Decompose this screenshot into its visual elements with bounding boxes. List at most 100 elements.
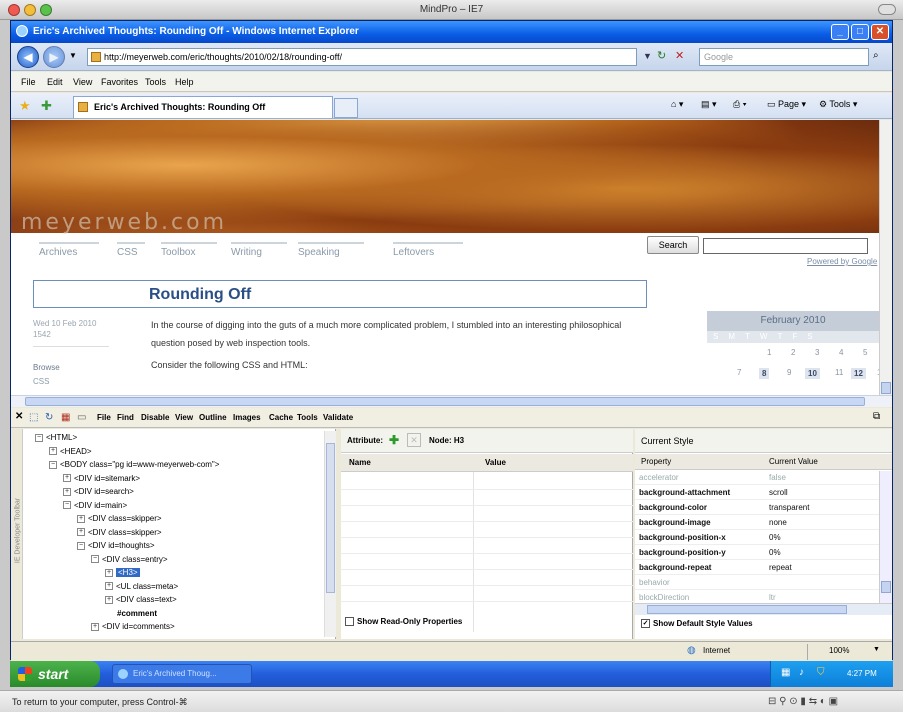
calendar-day[interactable]: 2 xyxy=(791,348,795,357)
dev-menu-file[interactable]: File xyxy=(95,408,113,428)
select-element-icon[interactable]: ⬚ xyxy=(29,412,38,423)
site-search-button[interactable]: Search xyxy=(647,236,699,254)
style-row[interactable]: background-repeat repeat xyxy=(635,561,880,575)
site-search-input[interactable] xyxy=(703,238,868,254)
history-dropdown-icon[interactable]: ▼ xyxy=(69,51,77,60)
refresh-icon[interactable]: ↻ xyxy=(657,49,666,62)
calendar-day[interactable]: 9 xyxy=(787,368,791,377)
site-nav-speaking[interactable]: Speaking xyxy=(298,242,364,258)
address-dropdown-icon[interactable]: ▼ xyxy=(643,51,652,61)
expand-icon[interactable]: + xyxy=(63,474,71,483)
current-value-header[interactable]: Current Value xyxy=(769,457,818,466)
dom-node[interactable]: + <H3> xyxy=(105,568,140,577)
collapse-icon[interactable]: − xyxy=(35,433,43,442)
collapse-icon[interactable]: − xyxy=(63,501,71,510)
expand-icon[interactable]: + xyxy=(49,447,57,456)
attribute-value-header[interactable]: Value xyxy=(485,458,506,467)
menu-tools[interactable]: Tools xyxy=(139,72,172,92)
style-row[interactable]: behavior xyxy=(635,576,880,590)
search-icon[interactable]: ⌕ xyxy=(873,50,879,61)
zoom-window-icon[interactable] xyxy=(40,4,52,16)
post-title[interactable]: Rounding Off xyxy=(149,286,251,304)
property-header[interactable]: Property xyxy=(641,457,671,466)
dom-node[interactable]: + <DIV class=text> xyxy=(105,595,177,604)
site-nav-leftovers[interactable]: Leftovers xyxy=(393,242,463,258)
volume-icon[interactable]: ♪ xyxy=(799,667,804,678)
page-menu-button[interactable]: ▭ Page ▾ xyxy=(767,99,806,110)
stop-icon[interactable]: ✕ xyxy=(675,49,684,62)
add-favorite-icon[interactable]: ✚ xyxy=(41,98,52,114)
dev-menu-outline[interactable]: Outline xyxy=(197,408,229,428)
scroll-down-arrow-icon[interactable] xyxy=(881,581,891,593)
tab-active[interactable]: Eric's Archived Thoughts: Rounding Off xyxy=(73,96,333,118)
dev-menu-view[interactable]: View xyxy=(173,408,195,428)
dom-node[interactable]: + <UL class=meta> xyxy=(105,582,178,591)
zoom-level[interactable]: 100% xyxy=(829,646,849,655)
expand-icon[interactable]: + xyxy=(105,582,113,591)
dev-menu-disable[interactable]: Disable xyxy=(139,408,171,428)
powered-by-link[interactable]: Powered by Google xyxy=(807,257,877,266)
dom-tree-scrollbar[interactable] xyxy=(324,431,336,637)
clear-cache-icon[interactable]: ▦ xyxy=(61,412,70,423)
calendar-day[interactable]: 5 xyxy=(863,348,867,357)
expand-icon[interactable]: + xyxy=(105,568,113,577)
scrollbar-thumb[interactable] xyxy=(326,443,335,593)
style-row[interactable]: accelerator false xyxy=(635,471,880,485)
dom-node[interactable]: − <DIV class=entry> xyxy=(91,555,168,564)
style-row[interactable]: background-position-y 0% xyxy=(635,546,880,560)
expand-icon[interactable]: + xyxy=(63,487,71,496)
dom-node[interactable]: + <DIV id=comments> xyxy=(91,622,175,631)
close-button[interactable]: ✕ xyxy=(871,24,889,40)
attribute-name-header[interactable]: Name xyxy=(349,458,371,467)
dev-menu-find[interactable]: Find xyxy=(115,408,136,428)
host-status-icons[interactable]: ⊟ ⚲ ⊙ ▮ ⇆ ◐ ▣ xyxy=(768,691,838,712)
search-input[interactable]: Google xyxy=(699,48,869,66)
expand-icon[interactable]: + xyxy=(91,622,99,631)
site-nav-writing[interactable]: Writing xyxy=(231,242,287,258)
collapse-icon[interactable]: − xyxy=(91,555,99,564)
favorites-star-icon[interactable]: ★ xyxy=(19,98,31,114)
dom-node[interactable]: + <HEAD> xyxy=(49,447,92,456)
scrollbar-thumb[interactable] xyxy=(25,397,865,406)
back-button[interactable]: ◀ xyxy=(17,46,39,68)
dom-node[interactable]: − <DIV id=thoughts> xyxy=(77,541,155,550)
dev-menu-validate[interactable]: Validate xyxy=(321,408,355,428)
page-vertical-scrollbar[interactable] xyxy=(879,120,892,395)
browse-category-link[interactable]: CSS xyxy=(33,377,49,386)
collapse-icon[interactable]: − xyxy=(49,460,57,469)
toolbar-toggle-icon[interactable] xyxy=(878,4,896,15)
expand-icon[interactable]: + xyxy=(77,528,85,537)
expand-icon[interactable]: + xyxy=(77,514,85,523)
refresh-dom-icon[interactable]: ↻ xyxy=(45,412,53,423)
minimize-window-icon[interactable] xyxy=(24,4,36,16)
style-row[interactable]: background-attachment scroll xyxy=(635,486,880,500)
remove-attribute-icon[interactable]: ✕ xyxy=(407,433,421,447)
new-tab-button[interactable] xyxy=(334,98,358,118)
close-window-icon[interactable] xyxy=(8,4,20,16)
dev-menu-cache[interactable]: Cache xyxy=(267,408,295,428)
network-icon[interactable]: ▦ xyxy=(781,667,790,678)
expand-icon[interactable]: + xyxy=(105,595,113,604)
style-row[interactable]: background-color transparent xyxy=(635,501,880,515)
calendar-day[interactable]: 1 xyxy=(767,348,771,357)
calendar-day[interactable]: 7 xyxy=(737,368,741,377)
dom-node[interactable]: #comment xyxy=(117,609,157,618)
site-nav-toolbox[interactable]: Toolbox xyxy=(161,242,217,258)
site-nav-css[interactable]: CSS xyxy=(117,242,145,258)
style-row[interactable]: background-position-x 0% xyxy=(635,531,880,545)
collapse-icon[interactable]: − xyxy=(77,541,85,550)
dom-node[interactable]: + <DIV id=sitemark> xyxy=(63,474,140,483)
show-readonly-checkbox[interactable]: Show Read-Only Properties xyxy=(345,617,462,627)
dom-node[interactable]: − <DIV id=main> xyxy=(63,501,127,510)
minimize-button[interactable]: _ xyxy=(831,24,849,40)
page-horizontal-scrollbar[interactable] xyxy=(11,395,892,407)
scroll-down-arrow-icon[interactable] xyxy=(881,382,891,394)
calendar-day-linked[interactable]: 8 xyxy=(759,368,770,379)
style-horizontal-scrollbar[interactable] xyxy=(635,603,892,615)
ruler-icon[interactable]: ▭ xyxy=(77,412,86,423)
calendar-day-linked[interactable]: 12 xyxy=(851,368,866,379)
calendar-day[interactable]: 11 xyxy=(835,368,843,377)
security-alert-icon[interactable]: ⛉ xyxy=(817,667,825,678)
dev-menu-images[interactable]: Images xyxy=(231,408,263,428)
taskbar-window-button[interactable]: Eric's Archived Thoug... xyxy=(112,664,252,684)
